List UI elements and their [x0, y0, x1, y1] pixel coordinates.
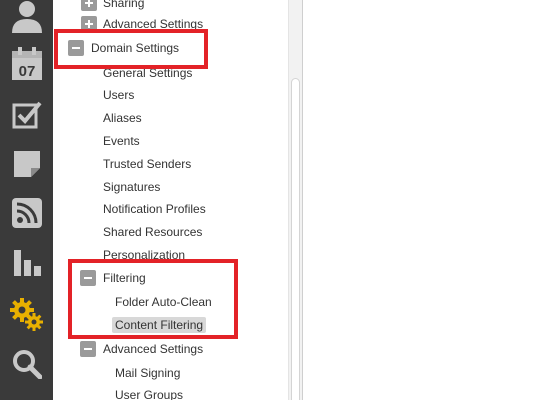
tree-scrollbar[interactable] — [288, 0, 302, 400]
tree-item-notification-profiles[interactable]: Notification Profiles — [103, 201, 206, 217]
tree-item-aliases[interactable]: Aliases — [103, 110, 142, 126]
tree-item-user-groups[interactable]: User Groups — [115, 387, 183, 400]
notes-icon[interactable] — [0, 140, 53, 188]
reports-icon[interactable] — [0, 239, 53, 287]
tree-item-advanced-settings[interactable]: Advanced Settings — [103, 341, 203, 357]
rss-icon[interactable] — [0, 189, 53, 237]
expand-icon[interactable] — [81, 0, 97, 11]
tree-item-events[interactable]: Events — [103, 133, 140, 149]
calendar-icon[interactable]: 07 — [0, 40, 53, 88]
highlight-box-filtering — [68, 259, 238, 339]
scrollbar-thumb[interactable] — [291, 78, 300, 400]
calendar-day: 07 — [18, 63, 35, 80]
settings-icon[interactable] — [0, 291, 53, 339]
app-icon-rail: 07 — [0, 0, 53, 400]
collapse-icon[interactable] — [80, 341, 96, 357]
tree-item-shared-resources[interactable]: Shared Resources — [103, 224, 202, 240]
content-pane — [302, 0, 550, 400]
tree-item-sharing[interactable]: Sharing — [103, 0, 144, 11]
tree-item-mail-signing[interactable]: Mail Signing — [115, 365, 180, 381]
user-icon[interactable] — [0, 0, 53, 40]
search-icon[interactable] — [0, 340, 53, 388]
highlight-box-domain-settings — [54, 29, 208, 69]
tree-item-trusted-senders[interactable]: Trusted Senders — [103, 156, 191, 172]
tree-item-users[interactable]: Users — [103, 87, 134, 103]
tree-item-signatures[interactable]: Signatures — [103, 179, 160, 195]
tasks-icon[interactable] — [0, 91, 53, 139]
